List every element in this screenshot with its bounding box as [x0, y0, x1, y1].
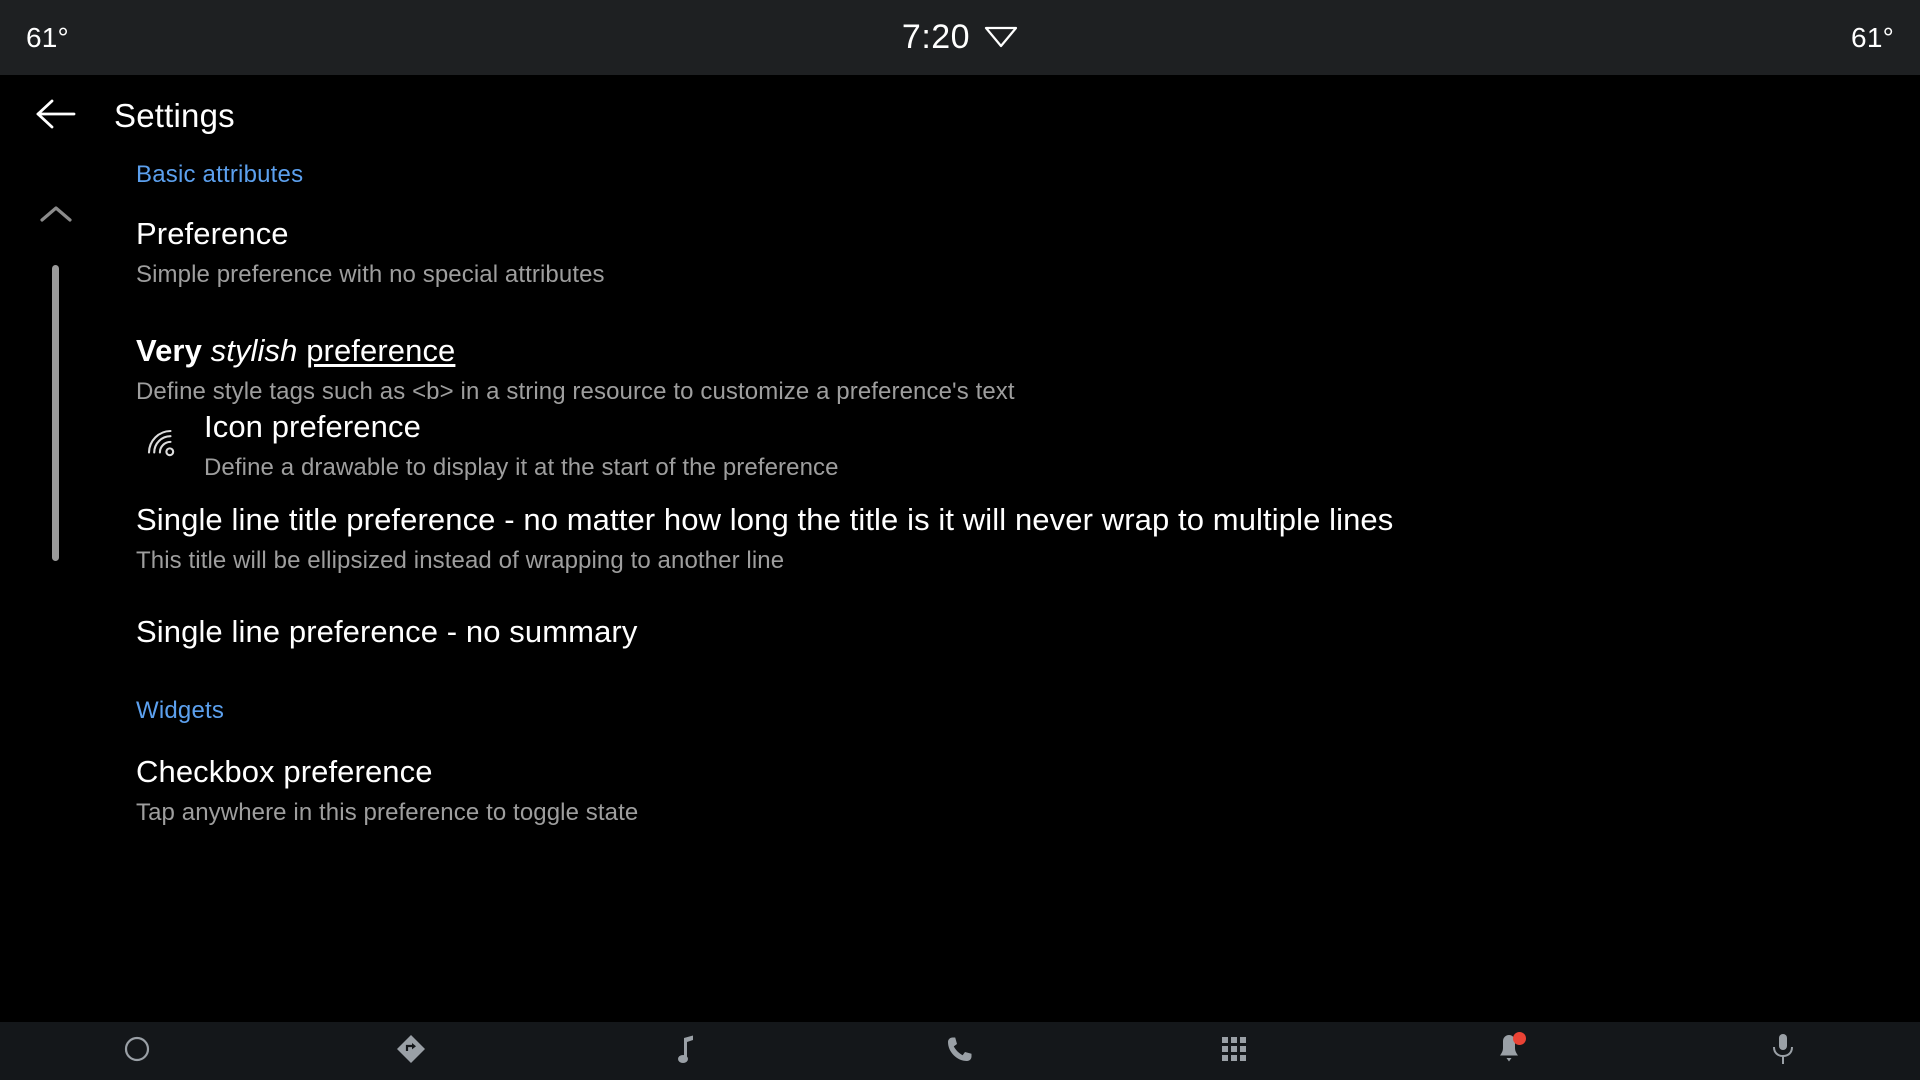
scrollbar-thumb[interactable] [52, 265, 59, 561]
wireless-icon [136, 418, 188, 470]
nav-item-navigation[interactable] [274, 1022, 548, 1080]
status-temperature-left: 61° [26, 21, 69, 53]
preference-title-stylish: Very stylish preference [136, 333, 1015, 369]
nav-item-home[interactable] [0, 1022, 274, 1080]
nav-item-music[interactable] [549, 1022, 823, 1080]
preference-title: Checkbox preference [136, 754, 433, 789]
preference-row-icon[interactable]: Icon preference Define a drawable to dis… [136, 409, 839, 481]
bottom-nav-bar [0, 1022, 1920, 1080]
preference-summary: This title will be ellipsized instead of… [136, 546, 785, 574]
section-header-widgets: Widgets [136, 697, 225, 724]
phone-icon [945, 1034, 975, 1069]
preference-summary: Tap anywhere in this preference to toggl… [136, 798, 639, 826]
preference-title: Preference [136, 216, 289, 251]
stylish-bold-word: Very [136, 333, 202, 368]
preference-title: Single line preference - no summary [136, 614, 638, 649]
preference-row-no-summary[interactable]: Single line preference - no summary [136, 614, 638, 650]
car-settings-screen: 61° 61° 7:20 Settings Basic attributes P… [0, 0, 1920, 1080]
microphone-icon [1769, 1032, 1797, 1071]
preference-title: Icon preference [204, 409, 421, 444]
nav-item-microphone[interactable] [1646, 1022, 1920, 1080]
stylish-italic-word: stylish [210, 333, 298, 368]
music-note-icon [671, 1033, 701, 1070]
stylish-underline-word: preference [306, 333, 456, 368]
preference-row-checkbox[interactable]: Checkbox preference Tap anywhere in this… [136, 754, 639, 826]
nav-item-apps[interactable] [1097, 1022, 1371, 1080]
nav-item-phone[interactable] [823, 1022, 1097, 1080]
nav-item-notifications[interactable] [1371, 1022, 1645, 1080]
preference-title-ellipsized: Single line title preference - no matter… [136, 503, 1394, 537]
notification-badge [1513, 1032, 1527, 1045]
preference-row-single-line-title[interactable]: Single line title preference - no matter… [136, 503, 1906, 574]
back-button[interactable] [18, 78, 94, 154]
preference-row-stylish[interactable]: Very stylish preference Define style tag… [136, 333, 1015, 405]
preference-summary: Define a drawable to display it at the s… [204, 453, 839, 481]
preference-list: Basic attributes Preference Simple prefe… [0, 157, 1920, 1022]
app-bar: Settings [0, 75, 1920, 157]
section-header-basic-attributes: Basic attributes [136, 161, 304, 188]
status-bar: 61° 61° [0, 0, 1920, 75]
preference-summary: Simple preference with no special attrib… [136, 260, 605, 288]
preference-row-preference[interactable]: Preference Simple preference with no spe… [136, 216, 605, 288]
apps-grid-icon [1219, 1034, 1249, 1069]
status-temperature-right: 61° [1851, 21, 1894, 53]
navigation-arrow-icon [395, 1033, 427, 1070]
scroll-up-button[interactable] [36, 200, 76, 228]
home-circle-icon [122, 1034, 152, 1069]
back-arrow-icon [35, 97, 77, 136]
page-title: Settings [114, 97, 235, 134]
preference-summary: Define style tags such as <b> in a strin… [136, 377, 1015, 405]
